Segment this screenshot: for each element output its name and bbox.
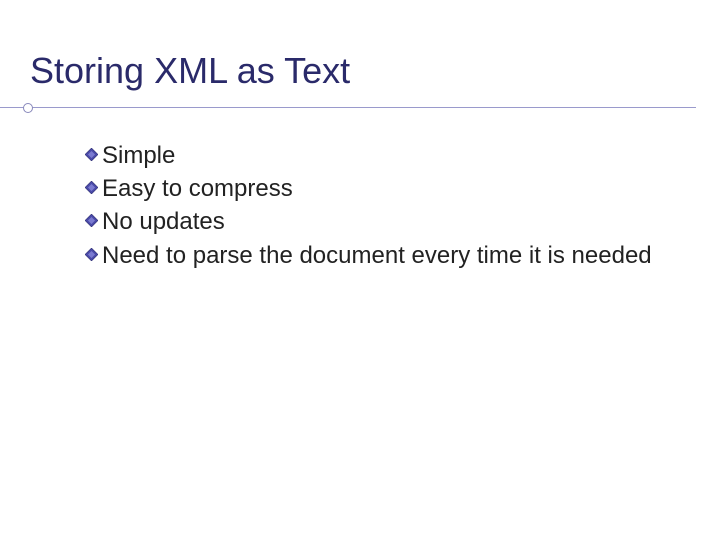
bullet-text: Simple [102,140,175,171]
diamond-bullet-icon [85,181,98,194]
diamond-bullet-icon [85,148,98,161]
title-underline [0,107,696,108]
list-item: Easy to compress [85,173,680,204]
slide: Storing XML as Text Simple Easy to compr… [0,0,720,540]
content-area: Simple Easy to compress No updates [0,110,720,271]
diamond-bullet-icon [85,214,98,227]
list-item: Need to parse the document every time it… [85,240,680,271]
slide-title: Storing XML as Text [30,50,720,92]
bullet-text: Need to parse the document every time it… [102,240,652,271]
list-item: No updates [85,206,680,237]
bullet-text: No updates [102,206,225,237]
title-area: Storing XML as Text [0,50,720,110]
title-dot-icon [23,103,33,113]
list-item: Simple [85,140,680,171]
diamond-bullet-icon [85,248,98,261]
bullet-text: Easy to compress [102,173,293,204]
